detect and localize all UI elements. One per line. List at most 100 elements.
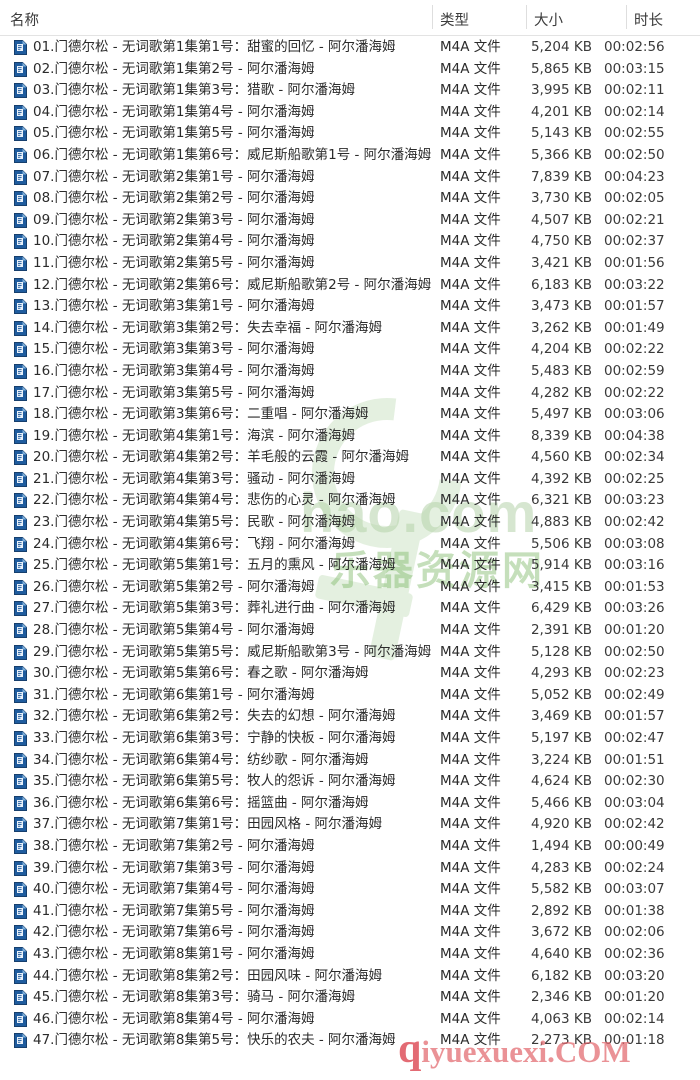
file-row[interactable]: 46.门德尔松 - 无词歌第8集第4号 - 阿尔潘海姆 M4A 文件 4,063 K… xyxy=(0,1008,700,1030)
file-name[interactable]: 09.门德尔松 - 无词歌第2集第3号 - 阿尔潘海姆 xyxy=(33,211,315,229)
file-name[interactable]: 31.门德尔松 - 无词歌第6集第1号 - 阿尔潘海姆 xyxy=(33,686,315,704)
file-name[interactable]: 45.门德尔松 - 无词歌第8集第3号：骑马 - 阿尔潘海姆 xyxy=(33,988,355,1006)
file-name[interactable]: 13.门德尔松 - 无词歌第3集第1号 - 阿尔潘海姆 xyxy=(33,297,315,315)
file-row[interactable]: 25.门德尔松 - 无词歌第5集第1号：五月的熏风 - 阿尔潘海姆 M4A 文件 5… xyxy=(0,554,700,576)
file-row[interactable]: 01.门德尔松 - 无词歌第1集第1号：甜蜜的回忆 - 阿尔潘海姆 M4A 文件 5… xyxy=(0,36,700,58)
file-row[interactable]: 27.门德尔松 - 无词歌第5集第3号：葬礼进行曲 - 阿尔潘海姆 M4A 文件 6… xyxy=(0,597,700,619)
file-name[interactable]: 43.门德尔松 - 无词歌第8集第1号 - 阿尔潘海姆 xyxy=(33,945,315,963)
file-name[interactable]: 16.门德尔松 - 无词歌第3集第4号 - 阿尔潘海姆 xyxy=(33,362,315,380)
file-row[interactable]: 38.门德尔松 - 无词歌第7集第2号 - 阿尔潘海姆 M4A 文件 1,494 K… xyxy=(0,835,700,857)
file-name[interactable]: 01.门德尔松 - 无词歌第1集第1号：甜蜜的回忆 - 阿尔潘海姆 xyxy=(33,38,396,56)
file-name[interactable]: 08.门德尔松 - 无词歌第2集第2号 - 阿尔潘海姆 xyxy=(33,189,315,207)
file-row[interactable]: 33.门德尔松 - 无词歌第6集第3号：宁静的快板 - 阿尔潘海姆 M4A 文件 5… xyxy=(0,727,700,749)
file-name[interactable]: 20.门德尔松 - 无词歌第4集第2号：羊毛般的云霞 - 阿尔潘海姆 xyxy=(33,448,409,466)
file-name[interactable]: 06.门德尔松 - 无词歌第1集第6号：威尼斯船歌第1号 - 阿尔潘海姆 xyxy=(33,146,431,164)
column-divider-1[interactable] xyxy=(432,5,433,29)
file-name[interactable]: 12.门德尔松 - 无词歌第2集第6号：威尼斯船歌第2号 - 阿尔潘海姆 xyxy=(33,276,431,294)
file-name[interactable]: 38.门德尔松 - 无词歌第7集第2号 - 阿尔潘海姆 xyxy=(33,837,315,855)
file-name[interactable]: 19.门德尔松 - 无词歌第4集第1号：海滨 - 阿尔潘海姆 xyxy=(33,427,355,445)
column-header-duration[interactable]: 时长 xyxy=(634,9,663,30)
file-row[interactable]: 40.门德尔松 - 无词歌第7集第4号 - 阿尔潘海姆 M4A 文件 5,582 K… xyxy=(0,878,700,900)
file-list[interactable]: 01.门德尔松 - 无词歌第1集第1号：甜蜜的回忆 - 阿尔潘海姆 M4A 文件 5… xyxy=(0,36,700,1051)
file-name[interactable]: 21.门德尔松 - 无词歌第4集第3号：骚动 - 阿尔潘海姆 xyxy=(33,470,355,488)
file-row[interactable]: 32.门德尔松 - 无词歌第6集第2号：失去的幻想 - 阿尔潘海姆 M4A 文件 3… xyxy=(0,705,700,727)
file-row[interactable]: 34.门德尔松 - 无词歌第6集第4号：纺纱歌 - 阿尔潘海姆 M4A 文件 3,2… xyxy=(0,749,700,771)
file-row[interactable]: 41.门德尔松 - 无词歌第7集第5号 - 阿尔潘海姆 M4A 文件 2,892 K… xyxy=(0,900,700,922)
file-row[interactable]: 36.门德尔松 - 无词歌第6集第6号：摇篮曲 - 阿尔潘海姆 M4A 文件 5,4… xyxy=(0,792,700,814)
file-row[interactable]: 30.门德尔松 - 无词歌第5集第6号：春之歌 - 阿尔潘海姆 M4A 文件 4,2… xyxy=(0,662,700,684)
file-name[interactable]: 36.门德尔松 - 无词歌第6集第6号：摇篮曲 - 阿尔潘海姆 xyxy=(33,794,369,812)
file-name[interactable]: 26.门德尔松 - 无词歌第5集第2号 - 阿尔潘海姆 xyxy=(33,578,315,596)
file-name[interactable]: 07.门德尔松 - 无词歌第2集第1号 - 阿尔潘海姆 xyxy=(33,168,315,186)
column-divider-3[interactable] xyxy=(626,5,627,29)
file-row[interactable]: 20.门德尔松 - 无词歌第4集第2号：羊毛般的云霞 - 阿尔潘海姆 M4A 文件… xyxy=(0,446,700,468)
file-row[interactable]: 15.门德尔松 - 无词歌第3集第3号 - 阿尔潘海姆 M4A 文件 4,204 K… xyxy=(0,338,700,360)
column-header-type[interactable]: 类型 xyxy=(440,9,469,30)
file-row[interactable]: 02.门德尔松 - 无词歌第1集第2号 - 阿尔潘海姆 M4A 文件 5,865 K… xyxy=(0,58,700,80)
file-name[interactable]: 40.门德尔松 - 无词歌第7集第4号 - 阿尔潘海姆 xyxy=(33,880,315,898)
file-row[interactable]: 08.门德尔松 - 无词歌第2集第2号 - 阿尔潘海姆 M4A 文件 3,730 K… xyxy=(0,187,700,209)
file-name[interactable]: 39.门德尔松 - 无词歌第7集第3号 - 阿尔潘海姆 xyxy=(33,859,315,877)
file-row[interactable]: 16.门德尔松 - 无词歌第3集第4号 - 阿尔潘海姆 M4A 文件 5,483 K… xyxy=(0,360,700,382)
file-row[interactable]: 31.门德尔松 - 无词歌第6集第1号 - 阿尔潘海姆 M4A 文件 5,052 K… xyxy=(0,684,700,706)
file-name[interactable]: 04.门德尔松 - 无词歌第1集第4号 - 阿尔潘海姆 xyxy=(33,103,315,121)
file-name[interactable]: 28.门德尔松 - 无词歌第5集第4号 - 阿尔潘海姆 xyxy=(33,621,315,639)
file-row[interactable]: 28.门德尔松 - 无词歌第5集第4号 - 阿尔潘海姆 M4A 文件 2,391 K… xyxy=(0,619,700,641)
file-name[interactable]: 15.门德尔松 - 无词歌第3集第3号 - 阿尔潘海姆 xyxy=(33,340,315,358)
column-header-size[interactable]: 大小 xyxy=(534,9,563,30)
file-row[interactable]: 24.门德尔松 - 无词歌第4集第6号：飞翔 - 阿尔潘海姆 M4A 文件 5,50… xyxy=(0,533,700,555)
file-name[interactable]: 44.门德尔松 - 无词歌第8集第2号：田园风味 - 阿尔潘海姆 xyxy=(33,967,382,985)
file-name[interactable]: 23.门德尔松 - 无词歌第4集第5号：民歌 - 阿尔潘海姆 xyxy=(33,513,355,531)
file-name[interactable]: 27.门德尔松 - 无词歌第5集第3号：葬礼进行曲 - 阿尔潘海姆 xyxy=(33,599,396,617)
column-header-name[interactable]: 名称 xyxy=(10,9,39,30)
file-name[interactable]: 41.门德尔松 - 无词歌第7集第5号 - 阿尔潘海姆 xyxy=(33,902,315,920)
file-name[interactable]: 42.门德尔松 - 无词歌第7集第6号 - 阿尔潘海姆 xyxy=(33,923,315,941)
file-row[interactable]: 45.门德尔松 - 无词歌第8集第3号：骑马 - 阿尔潘海姆 M4A 文件 2,34… xyxy=(0,986,700,1008)
file-name[interactable]: 02.门德尔松 - 无词歌第1集第2号 - 阿尔潘海姆 xyxy=(33,60,315,78)
file-name[interactable]: 46.门德尔松 - 无词歌第8集第4号 - 阿尔潘海姆 xyxy=(33,1010,315,1028)
file-row[interactable]: 37.门德尔松 - 无词歌第7集第1号：田园风格 - 阿尔潘海姆 M4A 文件 4,… xyxy=(0,813,700,835)
file-name[interactable]: 29.门德尔松 - 无词歌第5集第5号：威尼斯船歌第3号 - 阿尔潘海姆 xyxy=(33,643,431,661)
file-name[interactable]: 37.门德尔松 - 无词歌第7集第1号：田园风格 - 阿尔潘海姆 xyxy=(33,815,382,833)
file-row[interactable]: 14.门德尔松 - 无词歌第3集第2号：失去幸福 - 阿尔潘海姆 M4A 文件 3,… xyxy=(0,317,700,339)
file-name[interactable]: 05.门德尔松 - 无词歌第1集第5号 - 阿尔潘海姆 xyxy=(33,124,315,142)
file-name[interactable]: 10.门德尔松 - 无词歌第2集第4号 - 阿尔潘海姆 xyxy=(33,232,315,250)
file-name[interactable]: 25.门德尔松 - 无词歌第5集第1号：五月的熏风 - 阿尔潘海姆 xyxy=(33,556,396,574)
file-row[interactable]: 17.门德尔松 - 无词歌第3集第5号 - 阿尔潘海姆 M4A 文件 4,282 K… xyxy=(0,382,700,404)
file-name[interactable]: 33.门德尔松 - 无词歌第6集第3号：宁静的快板 - 阿尔潘海姆 xyxy=(33,729,396,747)
file-name[interactable]: 30.门德尔松 - 无词歌第5集第6号：春之歌 - 阿尔潘海姆 xyxy=(33,664,369,682)
file-row[interactable]: 09.门德尔松 - 无词歌第2集第3号 - 阿尔潘海姆 M4A 文件 4,507 K… xyxy=(0,209,700,231)
file-name[interactable]: 11.门德尔松 - 无词歌第2集第5号 - 阿尔潘海姆 xyxy=(33,254,315,272)
file-name[interactable]: 34.门德尔松 - 无词歌第6集第4号：纺纱歌 - 阿尔潘海姆 xyxy=(33,751,369,769)
file-name[interactable]: 18.门德尔松 - 无词歌第3集第6号：二重唱 - 阿尔潘海姆 xyxy=(33,405,369,423)
file-row[interactable]: 26.门德尔松 - 无词歌第5集第2号 - 阿尔潘海姆 M4A 文件 3,415 K… xyxy=(0,576,700,598)
file-row[interactable]: 18.门德尔松 - 无词歌第3集第6号：二重唱 - 阿尔潘海姆 M4A 文件 5,4… xyxy=(0,403,700,425)
file-row[interactable]: 13.门德尔松 - 无词歌第3集第1号 - 阿尔潘海姆 M4A 文件 3,473 K… xyxy=(0,295,700,317)
column-divider-2[interactable] xyxy=(526,5,527,29)
file-row[interactable]: 11.门德尔松 - 无词歌第2集第5号 - 阿尔潘海姆 M4A 文件 3,421 K… xyxy=(0,252,700,274)
file-row[interactable]: 21.门德尔松 - 无词歌第4集第3号：骚动 - 阿尔潘海姆 M4A 文件 4,39… xyxy=(0,468,700,490)
file-name[interactable]: 35.门德尔松 - 无词歌第6集第5号：牧人的怨诉 - 阿尔潘海姆 xyxy=(33,772,396,790)
file-row[interactable]: 43.门德尔松 - 无词歌第8集第1号 - 阿尔潘海姆 M4A 文件 4,640 K… xyxy=(0,943,700,965)
file-row[interactable]: 23.门德尔松 - 无词歌第4集第5号：民歌 - 阿尔潘海姆 M4A 文件 4,88… xyxy=(0,511,700,533)
file-row[interactable]: 10.门德尔松 - 无词歌第2集第4号 - 阿尔潘海姆 M4A 文件 4,750 K… xyxy=(0,230,700,252)
file-row[interactable]: 19.门德尔松 - 无词歌第4集第1号：海滨 - 阿尔潘海姆 M4A 文件 8,33… xyxy=(0,425,700,447)
file-row[interactable]: 35.门德尔松 - 无词歌第6集第5号：牧人的怨诉 - 阿尔潘海姆 M4A 文件 4… xyxy=(0,770,700,792)
file-name[interactable]: 14.门德尔松 - 无词歌第3集第2号：失去幸福 - 阿尔潘海姆 xyxy=(33,319,382,337)
file-row[interactable]: 22.门德尔松 - 无词歌第4集第4号：悲伤的心灵 - 阿尔潘海姆 M4A 文件 6… xyxy=(0,489,700,511)
file-name[interactable]: 22.门德尔松 - 无词歌第4集第4号：悲伤的心灵 - 阿尔潘海姆 xyxy=(33,491,396,509)
file-row[interactable]: 42.门德尔松 - 无词歌第7集第6号 - 阿尔潘海姆 M4A 文件 3,672 K… xyxy=(0,921,700,943)
file-name[interactable]: 03.门德尔松 - 无词歌第1集第3号：猎歌 - 阿尔潘海姆 xyxy=(33,81,355,99)
file-row[interactable]: 05.门德尔松 - 无词歌第1集第5号 - 阿尔潘海姆 M4A 文件 5,143 K… xyxy=(0,122,700,144)
file-row[interactable]: 39.门德尔松 - 无词歌第7集第3号 - 阿尔潘海姆 M4A 文件 4,283 K… xyxy=(0,857,700,879)
file-name[interactable]: 17.门德尔松 - 无词歌第3集第5号 - 阿尔潘海姆 xyxy=(33,384,315,402)
file-row[interactable]: 12.门德尔松 - 无词歌第2集第6号：威尼斯船歌第2号 - 阿尔潘海姆 M4A … xyxy=(0,274,700,296)
file-name[interactable]: 47.门德尔松 - 无词歌第8集第5号：快乐的农夫 - 阿尔潘海姆 xyxy=(33,1031,396,1049)
file-row[interactable]: 06.门德尔松 - 无词歌第1集第6号：威尼斯船歌第1号 - 阿尔潘海姆 M4A … xyxy=(0,144,700,166)
file-row[interactable]: 07.门德尔松 - 无词歌第2集第1号 - 阿尔潘海姆 M4A 文件 7,839 K… xyxy=(0,166,700,188)
file-row[interactable]: 44.门德尔松 - 无词歌第8集第2号：田园风味 - 阿尔潘海姆 M4A 文件 6,… xyxy=(0,965,700,987)
file-row[interactable]: 04.门德尔松 - 无词歌第1集第4号 - 阿尔潘海姆 M4A 文件 4,201 K… xyxy=(0,101,700,123)
file-name[interactable]: 32.门德尔松 - 无词歌第6集第2号：失去的幻想 - 阿尔潘海姆 xyxy=(33,707,396,725)
file-name[interactable]: 24.门德尔松 - 无词歌第4集第6号：飞翔 - 阿尔潘海姆 xyxy=(33,535,355,553)
file-row[interactable]: 29.门德尔松 - 无词歌第5集第5号：威尼斯船歌第3号 - 阿尔潘海姆 M4A … xyxy=(0,641,700,663)
